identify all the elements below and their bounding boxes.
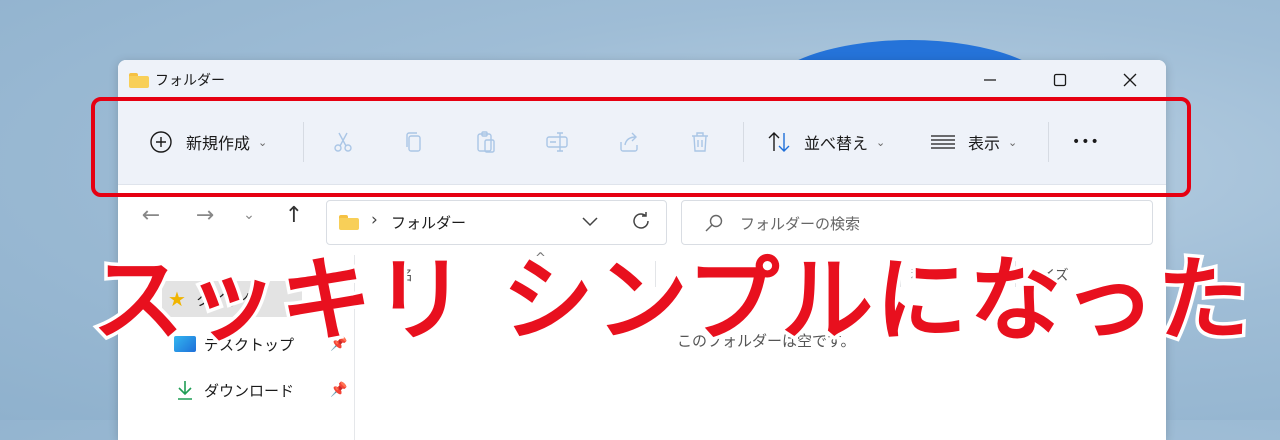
forward-button[interactable]: → [190,200,220,230]
up-button[interactable]: ↑ [279,200,309,230]
refresh-icon [633,212,649,229]
chevron-down-icon [582,217,598,227]
minimize-icon [984,79,996,81]
minimize-button[interactable] [955,60,1025,100]
download-icon [174,380,196,400]
search-icon [704,213,724,237]
sidebar-item-downloads[interactable]: ダウンロード 📌 [174,372,354,408]
breadcrumb-separator: › [371,210,378,230]
refresh-button[interactable] [630,210,652,236]
maximize-icon [1053,73,1067,87]
search-box[interactable]: フォルダーの検索 [681,200,1153,245]
address-dropdown-button[interactable] [580,211,600,235]
search-placeholder: フォルダーの検索 [740,215,861,233]
pin-icon[interactable]: 📌 [330,382,347,398]
recent-locations-button[interactable]: ⌄ [234,200,264,230]
sidebar-item-label: ダウンロード [204,381,295,400]
chevron-down-icon: ⌄ [243,207,255,223]
title-bar: フォルダー [118,60,1166,100]
caption-text: スッキリ シンプルになった [89,244,1253,358]
folder-icon [339,215,359,230]
close-button[interactable] [1095,60,1165,100]
breadcrumb-folder[interactable]: フォルダー [391,212,466,233]
back-arrow-icon: ← [141,202,161,228]
maximize-button[interactable] [1025,60,1095,100]
up-arrow-icon: ↑ [284,202,304,228]
forward-arrow-icon: → [195,202,215,228]
folder-icon [129,72,149,88]
close-icon [1123,73,1137,87]
address-bar[interactable]: › フォルダー [326,200,667,245]
highlight-frame [91,97,1191,197]
window-title: フォルダー [155,73,225,89]
back-button[interactable]: ← [136,200,166,230]
